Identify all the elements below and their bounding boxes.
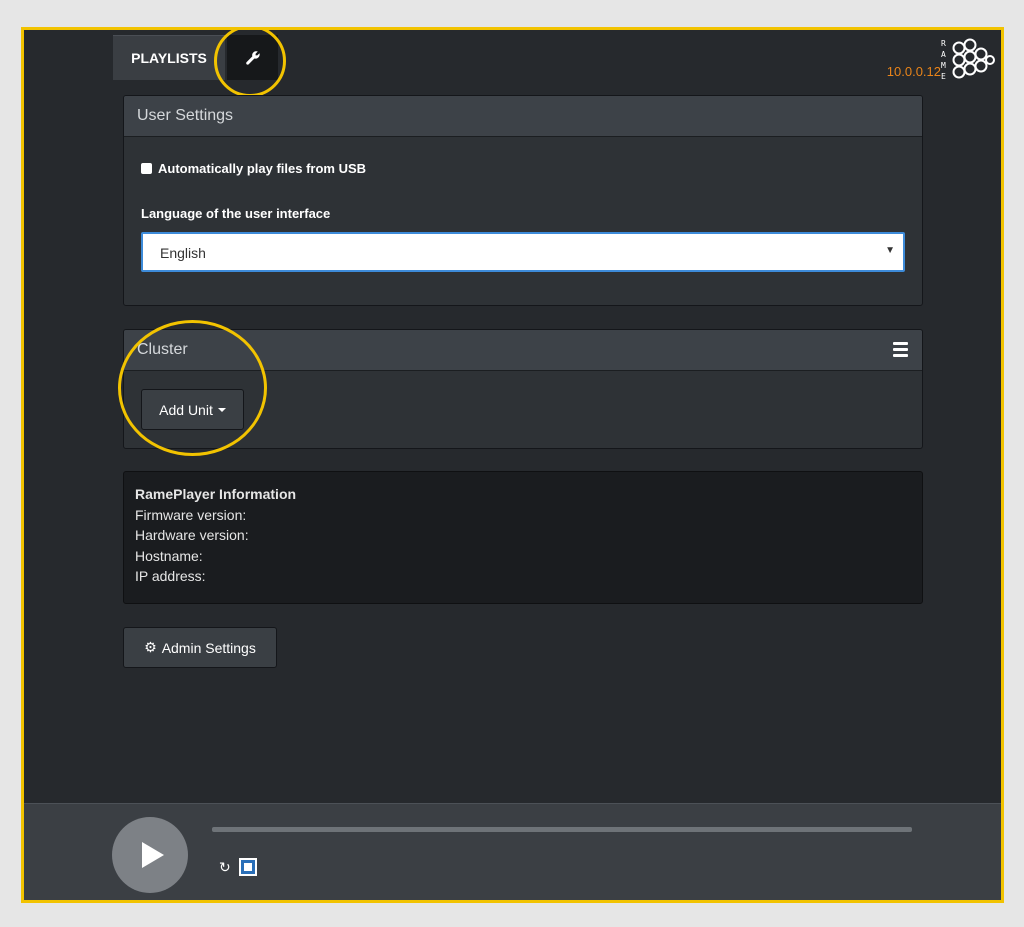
rameplayer-info-box: RamePlayer Information Firmware version:… — [123, 471, 923, 604]
svg-text:R: R — [941, 39, 946, 48]
app-frame: PLAYLISTS 10.0.0.12 RAME User Settings A… — [21, 27, 1004, 903]
cluster-panel: Cluster Add Unit — [123, 329, 923, 449]
progress-bar[interactable] — [212, 827, 912, 832]
user-settings-title: User Settings — [137, 107, 234, 124]
player-footer: ↻ — [24, 803, 1001, 900]
ip-address: 10.0.0.12 — [886, 64, 941, 79]
play-button[interactable] — [112, 817, 188, 893]
cluster-header: Cluster — [124, 330, 922, 371]
autoplay-label: Automatically play files from USB — [158, 161, 367, 176]
tab-playlists[interactable]: PLAYLISTS — [113, 35, 225, 80]
ip-address-label: IP address: — [135, 568, 206, 584]
dropdown-caret-icon: ▼ — [885, 245, 895, 256]
hardware-version-label: Hardware version: — [135, 527, 249, 543]
svg-text:M: M — [941, 61, 946, 70]
language-select-value: English — [160, 245, 206, 261]
hostname-label: Hostname: — [135, 547, 203, 564]
info-title: RamePlayer Information — [135, 486, 297, 502]
add-unit-button[interactable]: Add Unit — [141, 389, 244, 430]
play-icon — [142, 842, 164, 868]
add-unit-label: Add Unit — [159, 401, 213, 418]
gear-icon: ⚙ — [144, 639, 157, 655]
rame-logo: RAME — [941, 38, 995, 81]
cluster-title: Cluster — [137, 341, 188, 358]
caret-down-icon — [217, 407, 226, 412]
language-select[interactable]: English ▼ — [141, 232, 905, 272]
tab-settings[interactable] — [227, 35, 278, 80]
admin-settings-label: Admin Settings — [161, 639, 256, 656]
user-settings-panel: User Settings Automatically play files f… — [123, 95, 923, 306]
autoplay-checkbox[interactable] — [141, 163, 152, 174]
hamburger-menu-icon[interactable] — [893, 342, 908, 360]
admin-settings-button[interactable]: ⚙ Admin Settings — [123, 627, 277, 668]
svg-text:E: E — [941, 72, 946, 81]
user-settings-header: User Settings — [124, 96, 922, 137]
firmware-version-label: Firmware version: — [135, 506, 247, 523]
autoplay-row[interactable]: Automatically play files from USB — [141, 161, 366, 176]
stop-icon — [244, 863, 252, 871]
tab-playlists-label: PLAYLISTS — [131, 50, 207, 66]
repeat-icon[interactable]: ↻ — [219, 859, 231, 876]
stop-button[interactable] — [239, 858, 257, 876]
wrench-icon — [245, 50, 260, 65]
svg-text:A: A — [941, 50, 946, 59]
language-label: Language of the user interface — [141, 206, 331, 221]
